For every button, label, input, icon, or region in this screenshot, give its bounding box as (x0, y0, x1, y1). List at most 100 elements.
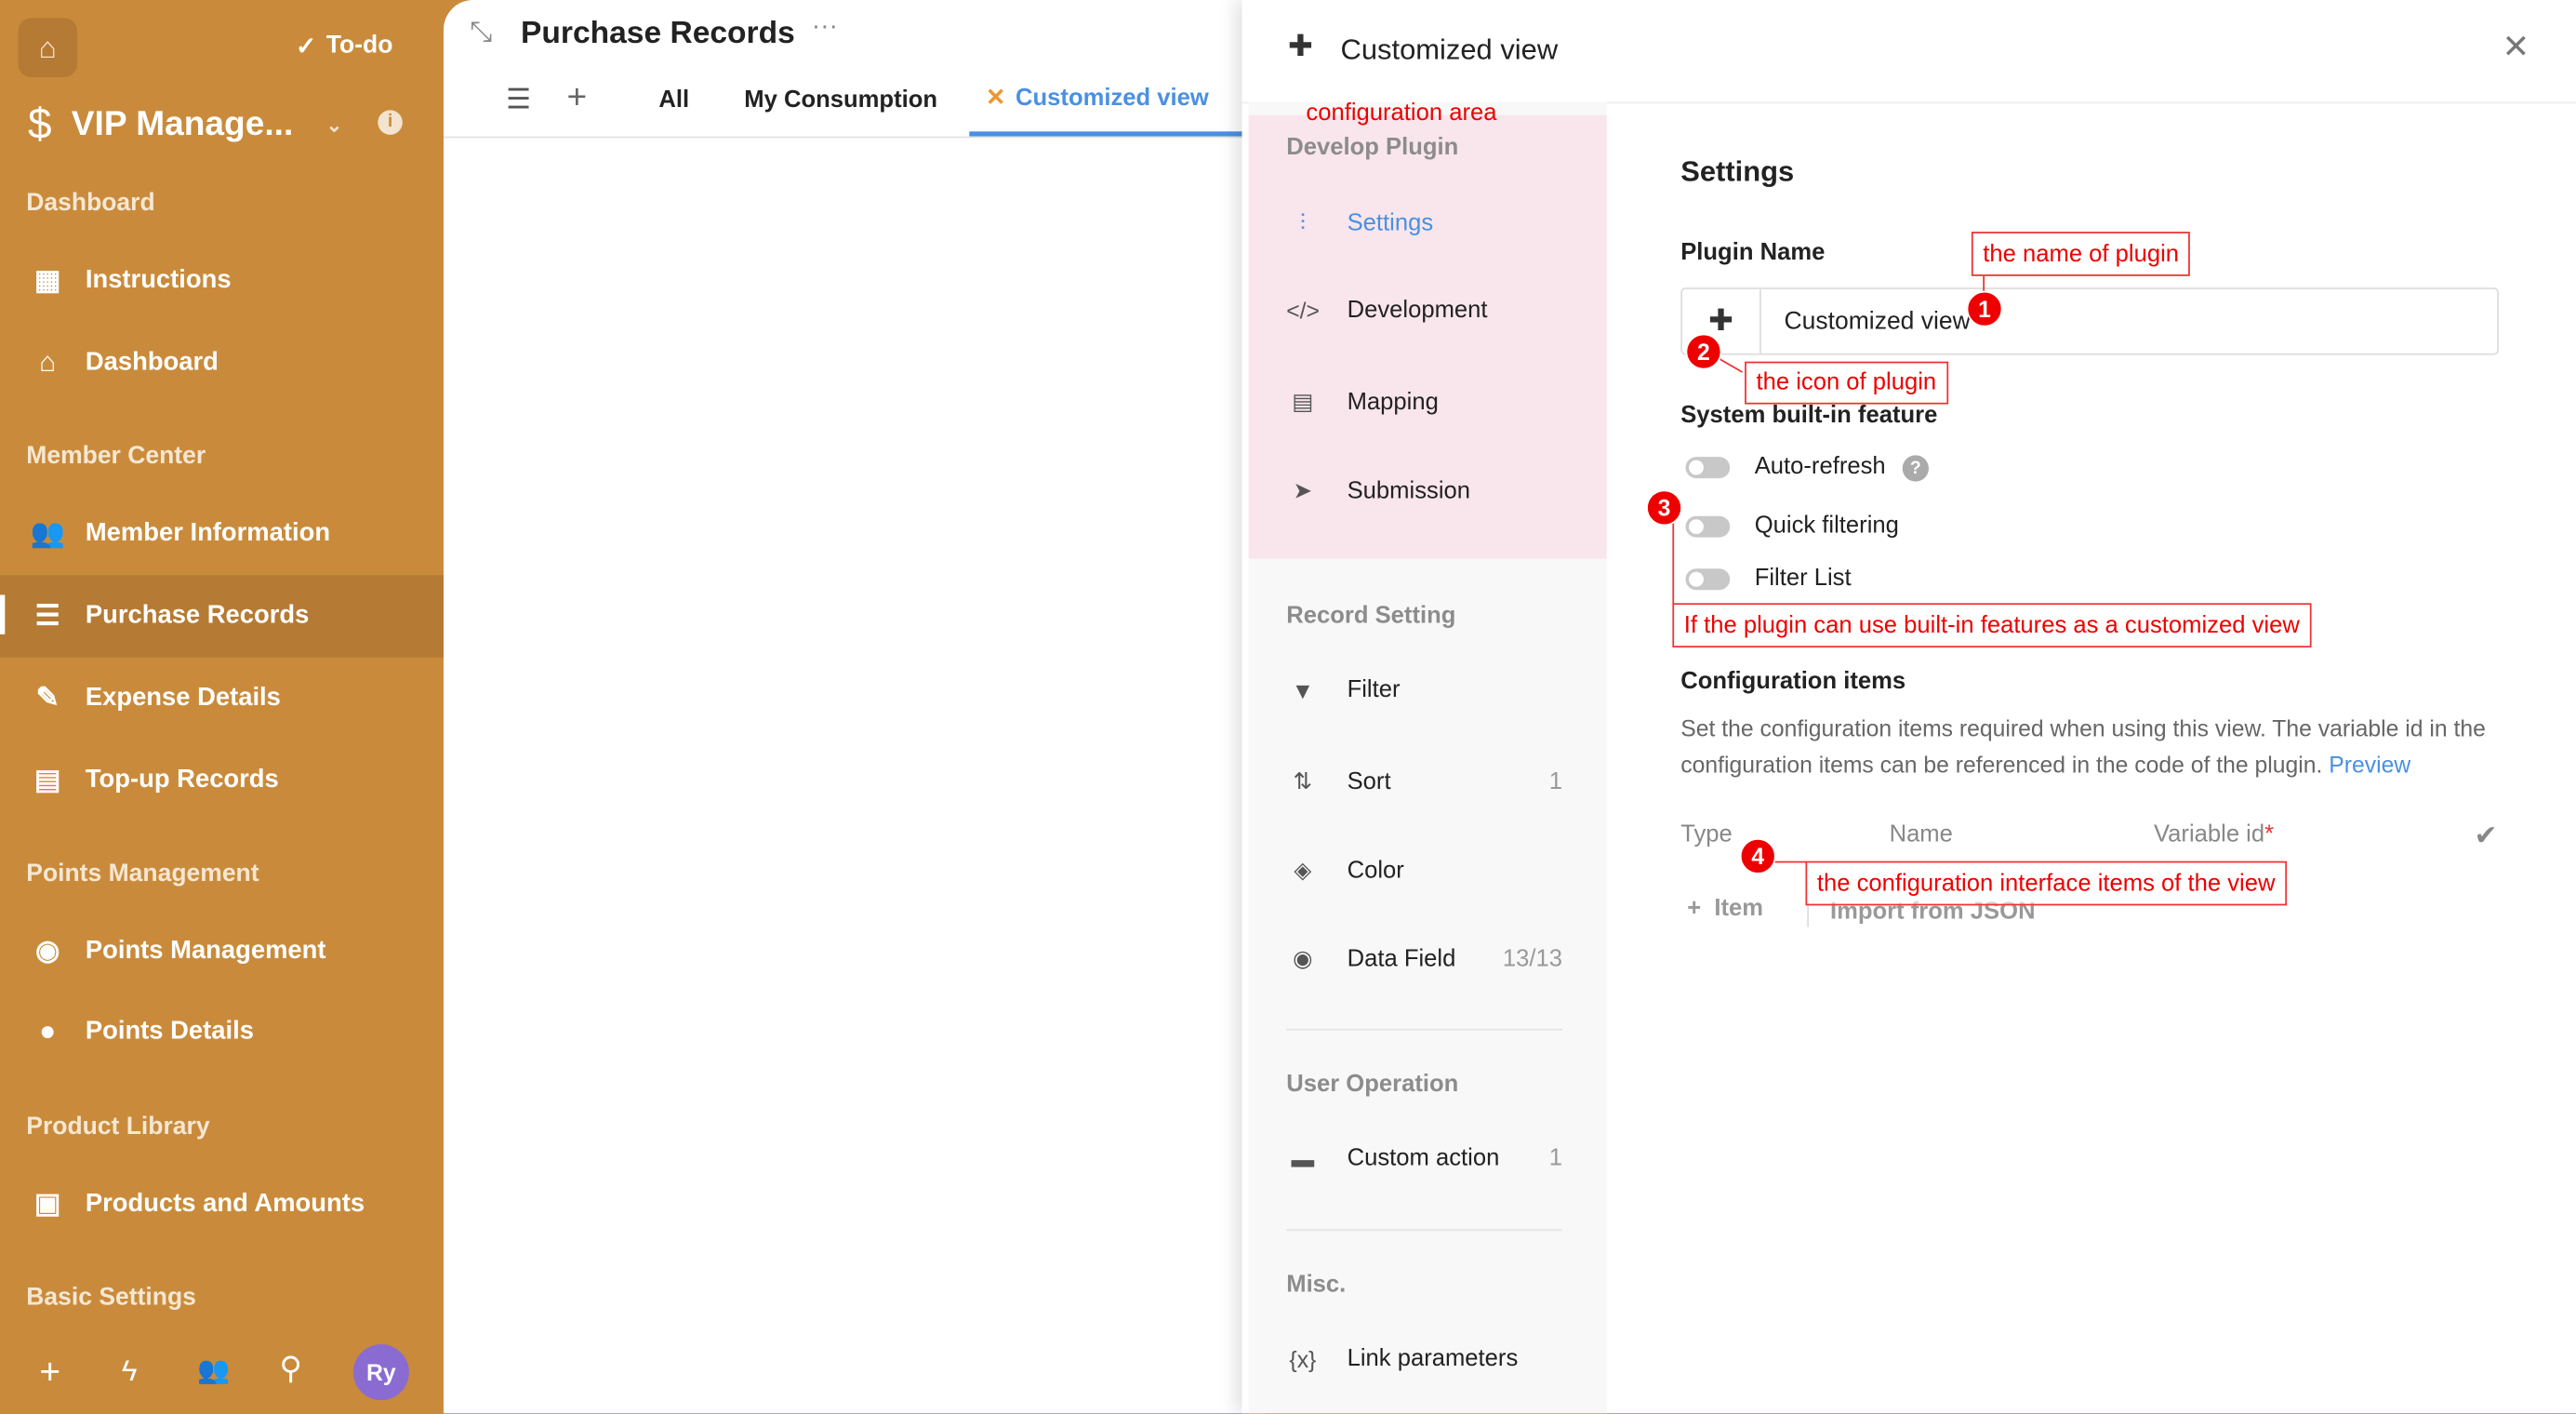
config-items-description: Set the configuration items required whe… (1680, 714, 2486, 778)
eye-icon: ◉ (1293, 944, 1313, 972)
app-switcher[interactable]: $ VIP Manage... ⌄ (28, 99, 342, 150)
builtin-feature-label: System built-in feature (1680, 402, 1938, 430)
nav-sort[interactable]: ⇅ Sort 1 (1286, 767, 1562, 795)
chevron-down-icon: ⌄ (325, 113, 343, 136)
annotation-config-items: the configuration interface items of the… (1805, 860, 2287, 906)
grid-icon: ▦ (34, 264, 61, 296)
add-item-button[interactable]: + Item (1687, 896, 1763, 922)
nav-data-field[interactable]: ◉ Data Field 13/13 (1286, 945, 1562, 973)
quick-filtering-toggle[interactable] (1685, 515, 1731, 538)
edit-icon: ✎ (35, 682, 60, 714)
nav-development[interactable]: </> Development (1286, 298, 1562, 324)
sidebar-item-points-details[interactable]: ● Points Details (0, 993, 444, 1072)
sidebar-item-instructions[interactable]: ▦ Instructions (0, 242, 444, 321)
check-icon[interactable]: ✔ (2474, 820, 2497, 853)
tools-icon: ✕ (985, 85, 1006, 113)
variable-icon: {x} (1289, 1345, 1317, 1373)
quick-filtering-label: Quick filtering (1754, 513, 1899, 540)
tab-customized-view[interactable]: ✕ Customized view (969, 86, 1242, 137)
sidebar-item-purchase-records[interactable]: ☰ Purchase Records (0, 575, 444, 658)
annotation-marker-1: 1 (1966, 290, 2003, 327)
nav-group-develop-plugin: Develop Plugin (1286, 134, 1459, 162)
add-icon[interactable]: + (39, 1351, 60, 1394)
avatar[interactable]: Ry (352, 1344, 409, 1401)
table-icon: ▣ (34, 1188, 61, 1220)
dollar-icon: $ (28, 98, 52, 148)
annotation-marker-3: 3 (1646, 489, 1682, 527)
annotation-plugin-name: the name of plugin (1971, 232, 2191, 276)
tabs-divider (443, 136, 1266, 139)
view-list-icon[interactable]: ☰ (506, 84, 531, 116)
section-points: Points Management (26, 859, 259, 887)
main-panel: ⤡ Purchase Records ··· ☰ + All My Consum… (443, 0, 1266, 1414)
sliders-icon: ⫶ (1299, 208, 1306, 235)
annotation-marker-2: 2 (1685, 333, 1722, 370)
nav-submission[interactable]: ➤ Submission (1286, 476, 1562, 504)
sidebar-item-expense-details[interactable]: ✎ Expense Details (0, 659, 444, 738)
nav-settings[interactable]: ⫶ Settings (1286, 208, 1562, 236)
expand-icon[interactable]: ⤡ (470, 17, 492, 49)
help-icon[interactable]: ? (1902, 455, 1929, 482)
sort-icon: ⇅ (1293, 767, 1313, 794)
paint-bucket-icon: ◈ (1294, 856, 1312, 883)
plugin-name-label: Plugin Name (1680, 239, 1826, 267)
config-items-heading: Configuration items (1680, 668, 1906, 696)
check-circle-icon: ✓ (295, 33, 317, 61)
sidebar-item-products-and-amounts[interactable]: ▣ Products and Amounts (0, 1166, 444, 1245)
filter-list-label: Filter List (1754, 565, 1852, 592)
tab-all[interactable]: All (658, 87, 689, 113)
sidebar-item-top-up-records[interactable]: ▤ Top-up Records (0, 741, 444, 820)
people-icon: 👥 (30, 517, 65, 550)
column-variable-id: Variable id* (2153, 821, 2275, 848)
piggy-icon: ● (39, 1015, 57, 1047)
sidebar: ⌂ ✓ To-do $ VIP Manage... ⌄ i Dashboard ▦… (0, 0, 444, 1414)
send-icon: ➤ (1293, 476, 1313, 503)
add-view-icon[interactable]: + (566, 79, 587, 118)
plugin-name-input[interactable]: Customized view (1761, 289, 1971, 354)
section-basic-settings: Basic Settings (26, 1283, 196, 1312)
auto-refresh-toggle[interactable] (1685, 457, 1731, 479)
preview-link[interactable]: Preview (2329, 751, 2410, 777)
nav-link-parameters[interactable]: {x} Link parameters (1286, 1346, 1562, 1372)
page-title: Purchase Records (521, 16, 795, 51)
team-icon[interactable]: 👥 (197, 1354, 230, 1387)
house-icon: ⌂ (39, 346, 57, 379)
section-dashboard: Dashboard (26, 189, 155, 218)
annotation-line (1773, 860, 1808, 863)
nav-filter[interactable]: ▼ Filter (1286, 677, 1562, 703)
sidebar-item-member-information[interactable]: 👥 Member Information (0, 495, 444, 574)
home-button[interactable]: ⌂ (18, 18, 78, 78)
list-icon: ☰ (34, 599, 60, 632)
search-icon[interactable]: ⚲ (279, 1351, 302, 1389)
more-icon[interactable]: ··· (812, 13, 838, 43)
nav-color[interactable]: ◈ Color (1286, 856, 1562, 884)
nav-divider (1286, 1229, 1563, 1232)
info-icon[interactable]: i (378, 110, 403, 135)
nav-mapping[interactable]: ▤ Mapping (1286, 388, 1562, 416)
drawer-content: configuration area Develop Plugin ⫶ Setti… (1242, 0, 2576, 1413)
sidebar-item-points-management[interactable]: ◉ Points Management (0, 912, 444, 991)
magic-icon[interactable]: ϟ (122, 1354, 138, 1389)
tab-my-consumption[interactable]: My Consumption (744, 87, 937, 113)
sidebar-item-dashboard[interactable]: ⌂ Dashboard (0, 324, 444, 403)
section-member-center: Member Center (26, 442, 206, 471)
filter-list-toggle[interactable] (1685, 568, 1731, 591)
annotation-line (1672, 522, 1675, 606)
coin-icon: ◉ (35, 935, 60, 967)
mapping-icon: ▤ (1292, 387, 1314, 415)
settings-heading: Settings (1680, 154, 1795, 188)
code-icon: </> (1286, 297, 1321, 325)
filter-icon: ▼ (1291, 676, 1315, 704)
column-type: Type (1680, 821, 1733, 848)
annotation-marker-4: 4 (1739, 837, 1776, 874)
cursor-icon: ▬ (1291, 1145, 1315, 1172)
todo-button[interactable]: ✓ To-do (296, 32, 392, 61)
required-mark: * (2264, 821, 2275, 848)
wallet-icon: ▤ (34, 764, 61, 796)
column-name: Name (1889, 821, 1953, 848)
nav-custom-action[interactable]: ▬ Custom action 1 (1286, 1145, 1562, 1171)
nav-group-misc: Misc. (1286, 1272, 1347, 1299)
plugin-name-field[interactable]: ✚ Customized view (1680, 287, 2499, 355)
plus-icon: + (1687, 895, 1702, 923)
annotation-plugin-icon: the icon of plugin (1745, 361, 1948, 405)
